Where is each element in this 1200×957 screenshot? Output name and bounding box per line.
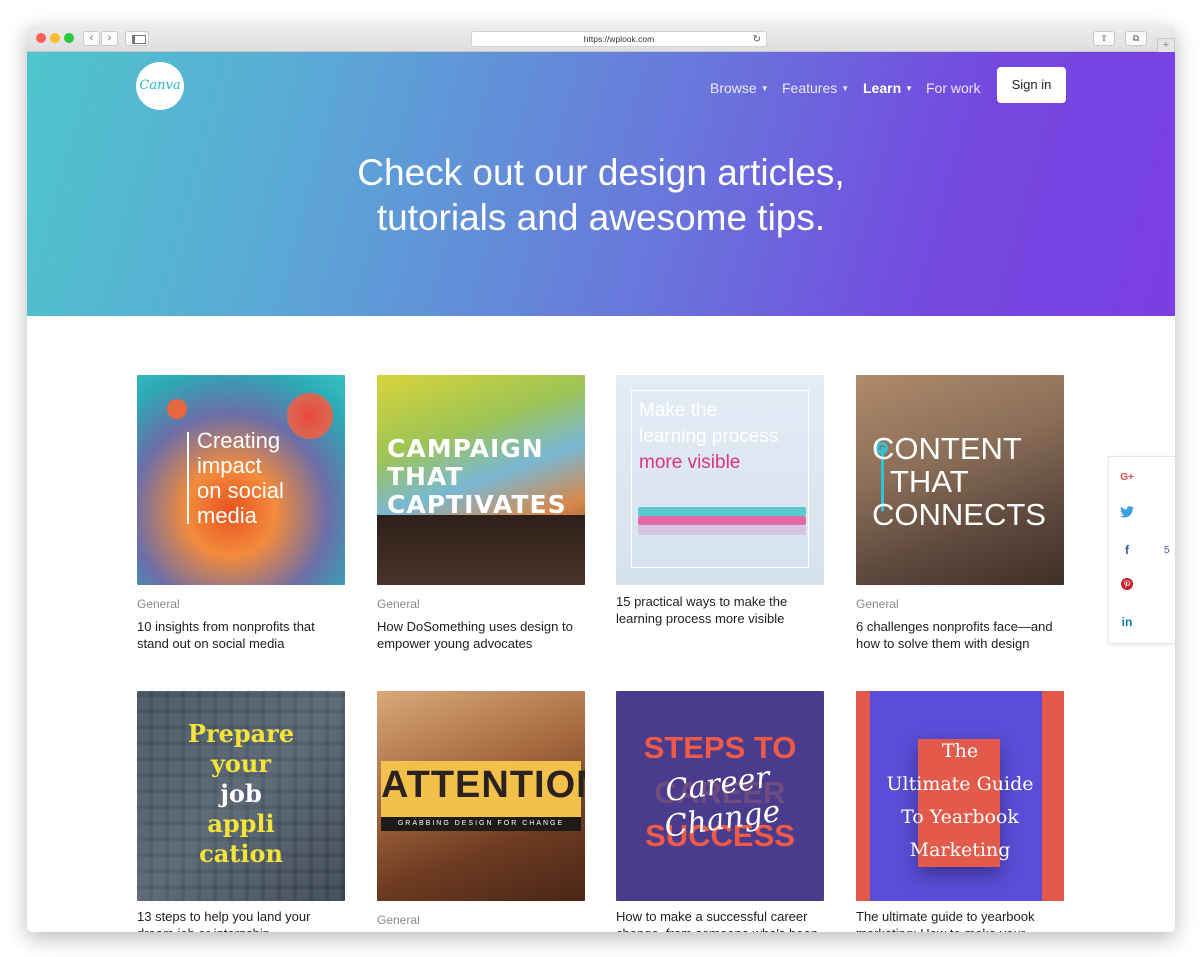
share-button[interactable]: ⇧	[1093, 31, 1115, 46]
tabs-overview-button[interactable]: ⧉	[1125, 31, 1147, 46]
article-thumbnail[interactable]: Creating impact on social media	[137, 375, 345, 585]
url-text: https://wplook.com	[583, 34, 655, 44]
article-title[interactable]: 6 challenges nonprofits face—and how to …	[856, 618, 1064, 652]
nav-learn-label: Learn	[863, 80, 902, 96]
zoom-window-button[interactable]	[64, 33, 74, 43]
thumbnail-text: ATTENTION	[381, 764, 585, 806]
new-tab-button[interactable]: +	[1157, 38, 1175, 52]
facebook-share-count: 5	[1164, 545, 1170, 556]
forward-button[interactable]: ›	[101, 31, 118, 46]
thumbnail-subtext: GRABBING DESIGN FOR CHANGE	[381, 817, 581, 831]
thumbnail-text: Creating impact on social media	[197, 428, 284, 528]
article-thumbnail[interactable]: CAMPAIGN THAT CAPTIVATES	[377, 375, 585, 585]
social-share-rail: G+ f 5 in	[1108, 456, 1175, 644]
twitter-icon[interactable]	[1118, 505, 1136, 523]
article-title[interactable]: The ultimate guide to yearbook marketing…	[856, 908, 1064, 932]
article-category[interactable]: General	[856, 597, 899, 611]
nav-for-work-label: For work	[926, 80, 981, 96]
article-thumbnail[interactable]: Make the learning process more visible	[616, 375, 824, 585]
thumbnail-text: CAMPAIGN THAT CAPTIVATES	[387, 434, 567, 519]
headline-line-1: Check out our design articles,	[357, 152, 845, 193]
facebook-icon[interactable]: f	[1118, 541, 1136, 559]
headline-line-2: tutorials and awesome tips.	[376, 197, 826, 238]
nav-features-label: Features	[782, 80, 838, 96]
minimize-window-button[interactable]	[50, 33, 60, 43]
article-category[interactable]: General	[137, 597, 180, 611]
hero-banner: Canva Browse ▼ Features ▼ Learn ▼ For work …	[27, 52, 1175, 316]
pinterest-icon[interactable]	[1118, 577, 1136, 595]
chevron-down-icon: ▼	[760, 84, 769, 93]
article-thumbnail[interactable]: CONTENT THAT CONNECTS	[856, 375, 1064, 585]
linkedin-icon[interactable]: in	[1118, 613, 1136, 631]
thumbnail-text: The Ultimate Guide To Yearbook Marketing	[886, 740, 1034, 861]
article-title[interactable]: How DoSomething uses design to empower y…	[377, 618, 585, 652]
article-title[interactable]: How to make a successful career change, …	[616, 908, 824, 932]
nav-for-work[interactable]: For work	[926, 78, 980, 98]
nav-browse[interactable]: Browse ▼	[710, 78, 769, 98]
sidebar-toggle-button[interactable]	[125, 31, 149, 46]
article-category[interactable]: General	[377, 913, 420, 927]
article-title[interactable]: 15 practical ways to make the learning p…	[616, 593, 824, 627]
article-thumbnail[interactable]: STEPS TO CAREER SUCCESS Career Change	[616, 691, 824, 901]
article-title[interactable]: 10 insights from nonprofits that stand o…	[137, 618, 345, 652]
chevron-down-icon: ▼	[841, 84, 850, 93]
article-thumbnail[interactable]: The Ultimate Guide To Yearbook Marketing	[856, 691, 1064, 901]
sign-in-button[interactable]: Sign in	[997, 67, 1066, 103]
nav-browse-label: Browse	[710, 80, 757, 96]
back-button[interactable]: ‹	[83, 31, 100, 46]
page-headline: Check out our design articles, tutorials…	[27, 150, 1175, 240]
nav-learn[interactable]: Learn ▼	[863, 78, 913, 98]
canva-logo[interactable]: Canva	[136, 62, 184, 110]
google-plus-icon[interactable]: G+	[1118, 469, 1136, 487]
article-category[interactable]: General	[377, 597, 420, 611]
thumbnail-text: CONTENT THAT CONNECTS	[872, 431, 1046, 532]
close-window-button[interactable]	[36, 33, 46, 43]
reload-icon[interactable]: ↻	[753, 32, 761, 47]
thumbnail-text: Make the learning process more visible	[639, 400, 779, 473]
browser-toolbar: ‹ › https://wplook.com ↻ ⇧ ⧉ +	[27, 26, 1175, 52]
browser-window: ‹ › https://wplook.com ↻ ⇧ ⧉ + Canva Bro…	[27, 26, 1175, 932]
article-thumbnail[interactable]: Prepare your job appli cation	[137, 691, 345, 901]
article-title[interactable]: 13 steps to help you land your dream job…	[137, 908, 345, 932]
chevron-down-icon: ▼	[905, 84, 914, 93]
thumbnail-text: Prepare your job appli cation	[187, 719, 295, 868]
nav-features[interactable]: Features ▼	[782, 78, 849, 98]
article-thumbnail[interactable]: ATTENTION GRABBING DESIGN FOR CHANGE	[377, 691, 585, 901]
address-bar[interactable]: https://wplook.com ↻	[471, 31, 767, 47]
